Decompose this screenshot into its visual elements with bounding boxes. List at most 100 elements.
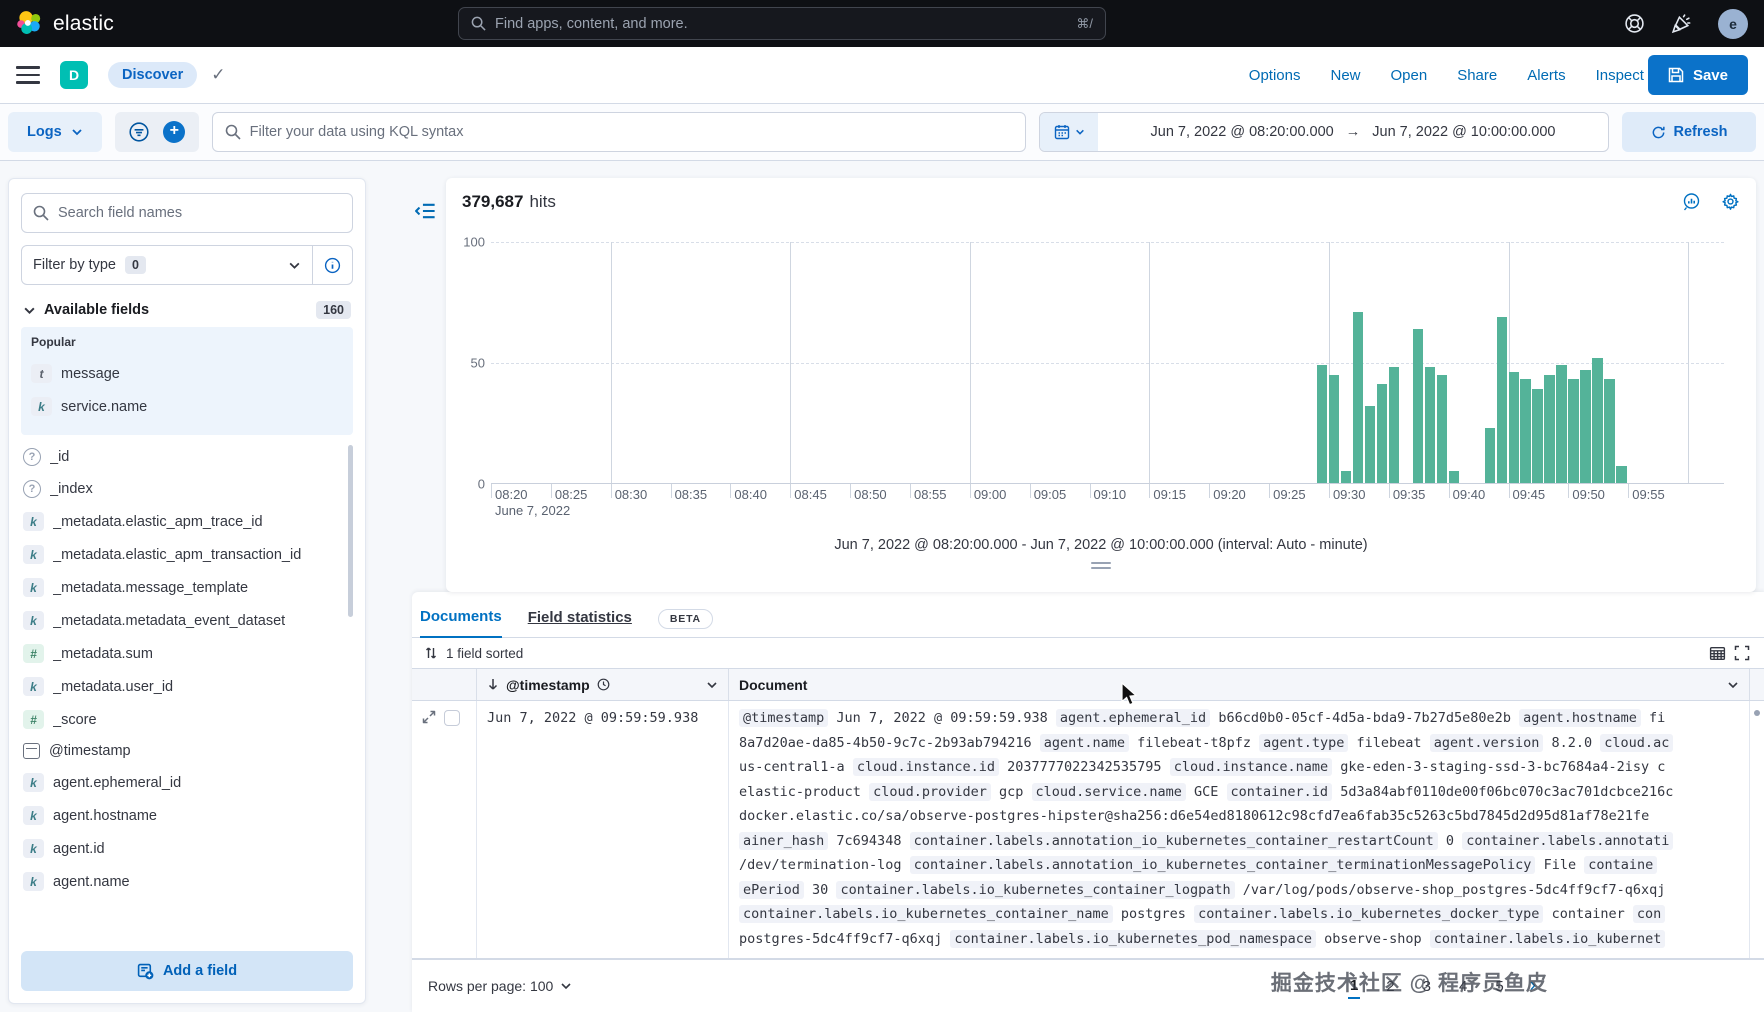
field-item[interactable]: kagent.name — [21, 865, 353, 898]
field-name: _metadata.sum — [53, 646, 153, 662]
chevron-down-icon — [560, 980, 572, 992]
field-item[interactable]: @timestamp — [21, 736, 353, 766]
x-tick — [1149, 484, 1150, 498]
y-tick-label: 50 — [471, 356, 485, 371]
page-1[interactable]: 1 — [1348, 974, 1360, 999]
table-header: @timestamp Document — [412, 668, 1764, 701]
document-text-line: postgres-5dc4ff9cf7-q6xqj container.labe… — [739, 927, 1749, 952]
user-avatar[interactable]: e — [1718, 9, 1748, 39]
calendar-icon — [23, 743, 40, 759]
field-value: Jun 7, 2022 @ 09:59:59.938 — [836, 710, 1047, 726]
header-document-column[interactable]: Document — [729, 669, 1750, 700]
discover-app-badge[interactable]: D — [60, 61, 88, 89]
x-tick — [850, 484, 851, 498]
field-item[interactable]: k_metadata.elastic_apm_transaction_id — [21, 538, 353, 571]
brand-name: elastic — [53, 12, 114, 36]
filter-controls: + — [115, 112, 199, 152]
collapse-fields-panel-icon[interactable] — [414, 200, 436, 222]
news-icon[interactable] — [1671, 13, 1692, 34]
chevron-down-icon — [71, 126, 83, 138]
nav-link-options[interactable]: Options — [1249, 67, 1301, 84]
field-value: postgres-5dc4ff9cf7-q6xqj — [739, 931, 942, 947]
field-item[interactable]: kagent.ephemeral_id — [21, 766, 353, 799]
date-end[interactable]: Jun 7, 2022 @ 10:00:00.000 — [1372, 124, 1555, 140]
field-info-button[interactable] — [312, 246, 352, 284]
tab-field-statistics[interactable]: Field statistics — [528, 609, 632, 637]
add-filter-button[interactable]: + — [163, 121, 185, 143]
data-view-picker[interactable]: Logs — [8, 112, 102, 152]
field-value: 0 — [1446, 833, 1454, 849]
save-button[interactable]: Save — [1648, 55, 1748, 95]
field-item[interactable]: #_score — [21, 703, 353, 736]
histogram-bar — [1520, 379, 1530, 483]
filter-by-type-dropdown[interactable]: Filter by type 0 — [22, 256, 312, 274]
field-name: agent.id — [53, 841, 105, 857]
chart-options-icon[interactable] — [1681, 192, 1701, 212]
field-item[interactable]: kagent.id — [21, 832, 353, 865]
row-checkbox[interactable] — [444, 710, 460, 726]
refresh-button[interactable]: Refresh — [1622, 112, 1756, 152]
header-timestamp-column[interactable]: @timestamp — [477, 669, 729, 700]
table-footer: Rows per page: 100 12345› 掘金技术社区 @ 程序员鱼皮 — [412, 959, 1764, 1012]
nav-link-open[interactable]: Open — [1391, 67, 1428, 84]
sidebar-scrollbar[interactable] — [348, 445, 353, 617]
field-search-input[interactable]: Search field names — [21, 193, 353, 233]
page-4[interactable]: 4 — [1457, 975, 1469, 998]
field-name-pill: container.labels.io_kubernetes_container… — [739, 905, 1113, 923]
global-search-input[interactable]: Find apps, content, and more. ⌘/ — [458, 7, 1106, 40]
x-tick — [1568, 484, 1569, 498]
elastic-brand[interactable]: elastic — [16, 10, 114, 37]
field-name-pill: container.labels.annotati — [1462, 832, 1673, 850]
field-item[interactable]: ?_index — [21, 473, 353, 505]
nav-link-new[interactable]: New — [1330, 67, 1360, 84]
chevron-down-icon[interactable] — [23, 304, 36, 317]
gear-icon[interactable] — [1721, 192, 1740, 212]
sort-fields-icon[interactable] — [424, 646, 438, 660]
field-item[interactable]: ?_id — [21, 441, 353, 473]
page-3[interactable]: 3 — [1421, 975, 1433, 998]
x-tick — [1628, 484, 1629, 498]
histogram-bar — [1413, 329, 1423, 483]
page-2[interactable]: 2 — [1384, 975, 1396, 998]
histogram-bar — [1592, 358, 1602, 483]
fullscreen-icon[interactable] — [1734, 645, 1750, 661]
search-icon — [225, 124, 241, 140]
sorted-fields-button[interactable]: 1 field sorted — [446, 646, 523, 661]
next-page-icon[interactable]: › — [1530, 979, 1536, 993]
rows-per-page-button[interactable]: Rows per page: 100 — [428, 978, 572, 994]
kql-query-input[interactable]: Filter your data using KQL syntax — [212, 112, 1026, 152]
x-tick-label: 08:20 — [495, 487, 528, 502]
field-item[interactable]: k_metadata.metadata_event_dataset — [21, 604, 353, 637]
page-5[interactable]: 5 — [1493, 975, 1505, 998]
date-start[interactable]: Jun 7, 2022 @ 08:20:00.000 — [1151, 124, 1334, 140]
row-document[interactable]: @timestamp Jun 7, 2022 @ 09:59:59.938 ag… — [729, 701, 1750, 958]
menu-icon[interactable] — [16, 66, 40, 84]
nav-link-alerts[interactable]: Alerts — [1527, 67, 1565, 84]
field-item[interactable]: k_metadata.message_template — [21, 571, 353, 604]
pagination: 1 2 3 4 5 › — [1348, 974, 1748, 999]
histogram-chart[interactable]: 050100 08:20June 7, 202208:2508:3008:350… — [462, 242, 1740, 518]
resize-handle[interactable] — [1091, 562, 1111, 572]
expand-row-icon[interactable] — [422, 710, 436, 724]
add-field-button[interactable]: Add a field — [21, 951, 353, 991]
help-icon[interactable] — [1624, 13, 1645, 34]
date-picker-menu[interactable] — [1040, 113, 1098, 151]
field-item[interactable]: k_metadata.elastic_apm_trace_id — [21, 505, 353, 538]
tab-documents[interactable]: Documents — [420, 608, 502, 638]
field-item[interactable]: kservice.name — [29, 390, 345, 423]
field-item[interactable]: k_metadata.user_id — [21, 670, 353, 703]
display-options-icon[interactable] — [1709, 645, 1726, 662]
table-scrollbar[interactable] — [1750, 701, 1764, 958]
field-item[interactable]: tmessage — [29, 357, 345, 390]
x-tick-label: 08:30 — [615, 487, 648, 502]
y-axis: 050100 — [462, 242, 488, 484]
breadcrumb[interactable]: Discover — [108, 62, 197, 88]
field-item[interactable]: kagent.hostname — [21, 799, 353, 832]
x-tick-label: 08:55 — [914, 487, 947, 502]
filter-icon[interactable] — [128, 121, 150, 143]
nav-link-share[interactable]: Share — [1457, 67, 1497, 84]
nav-link-inspect[interactable]: Inspect — [1596, 67, 1644, 84]
field-name: service.name — [61, 399, 147, 415]
header-control-column — [412, 669, 477, 700]
field-item[interactable]: #_metadata.sum — [21, 637, 353, 670]
